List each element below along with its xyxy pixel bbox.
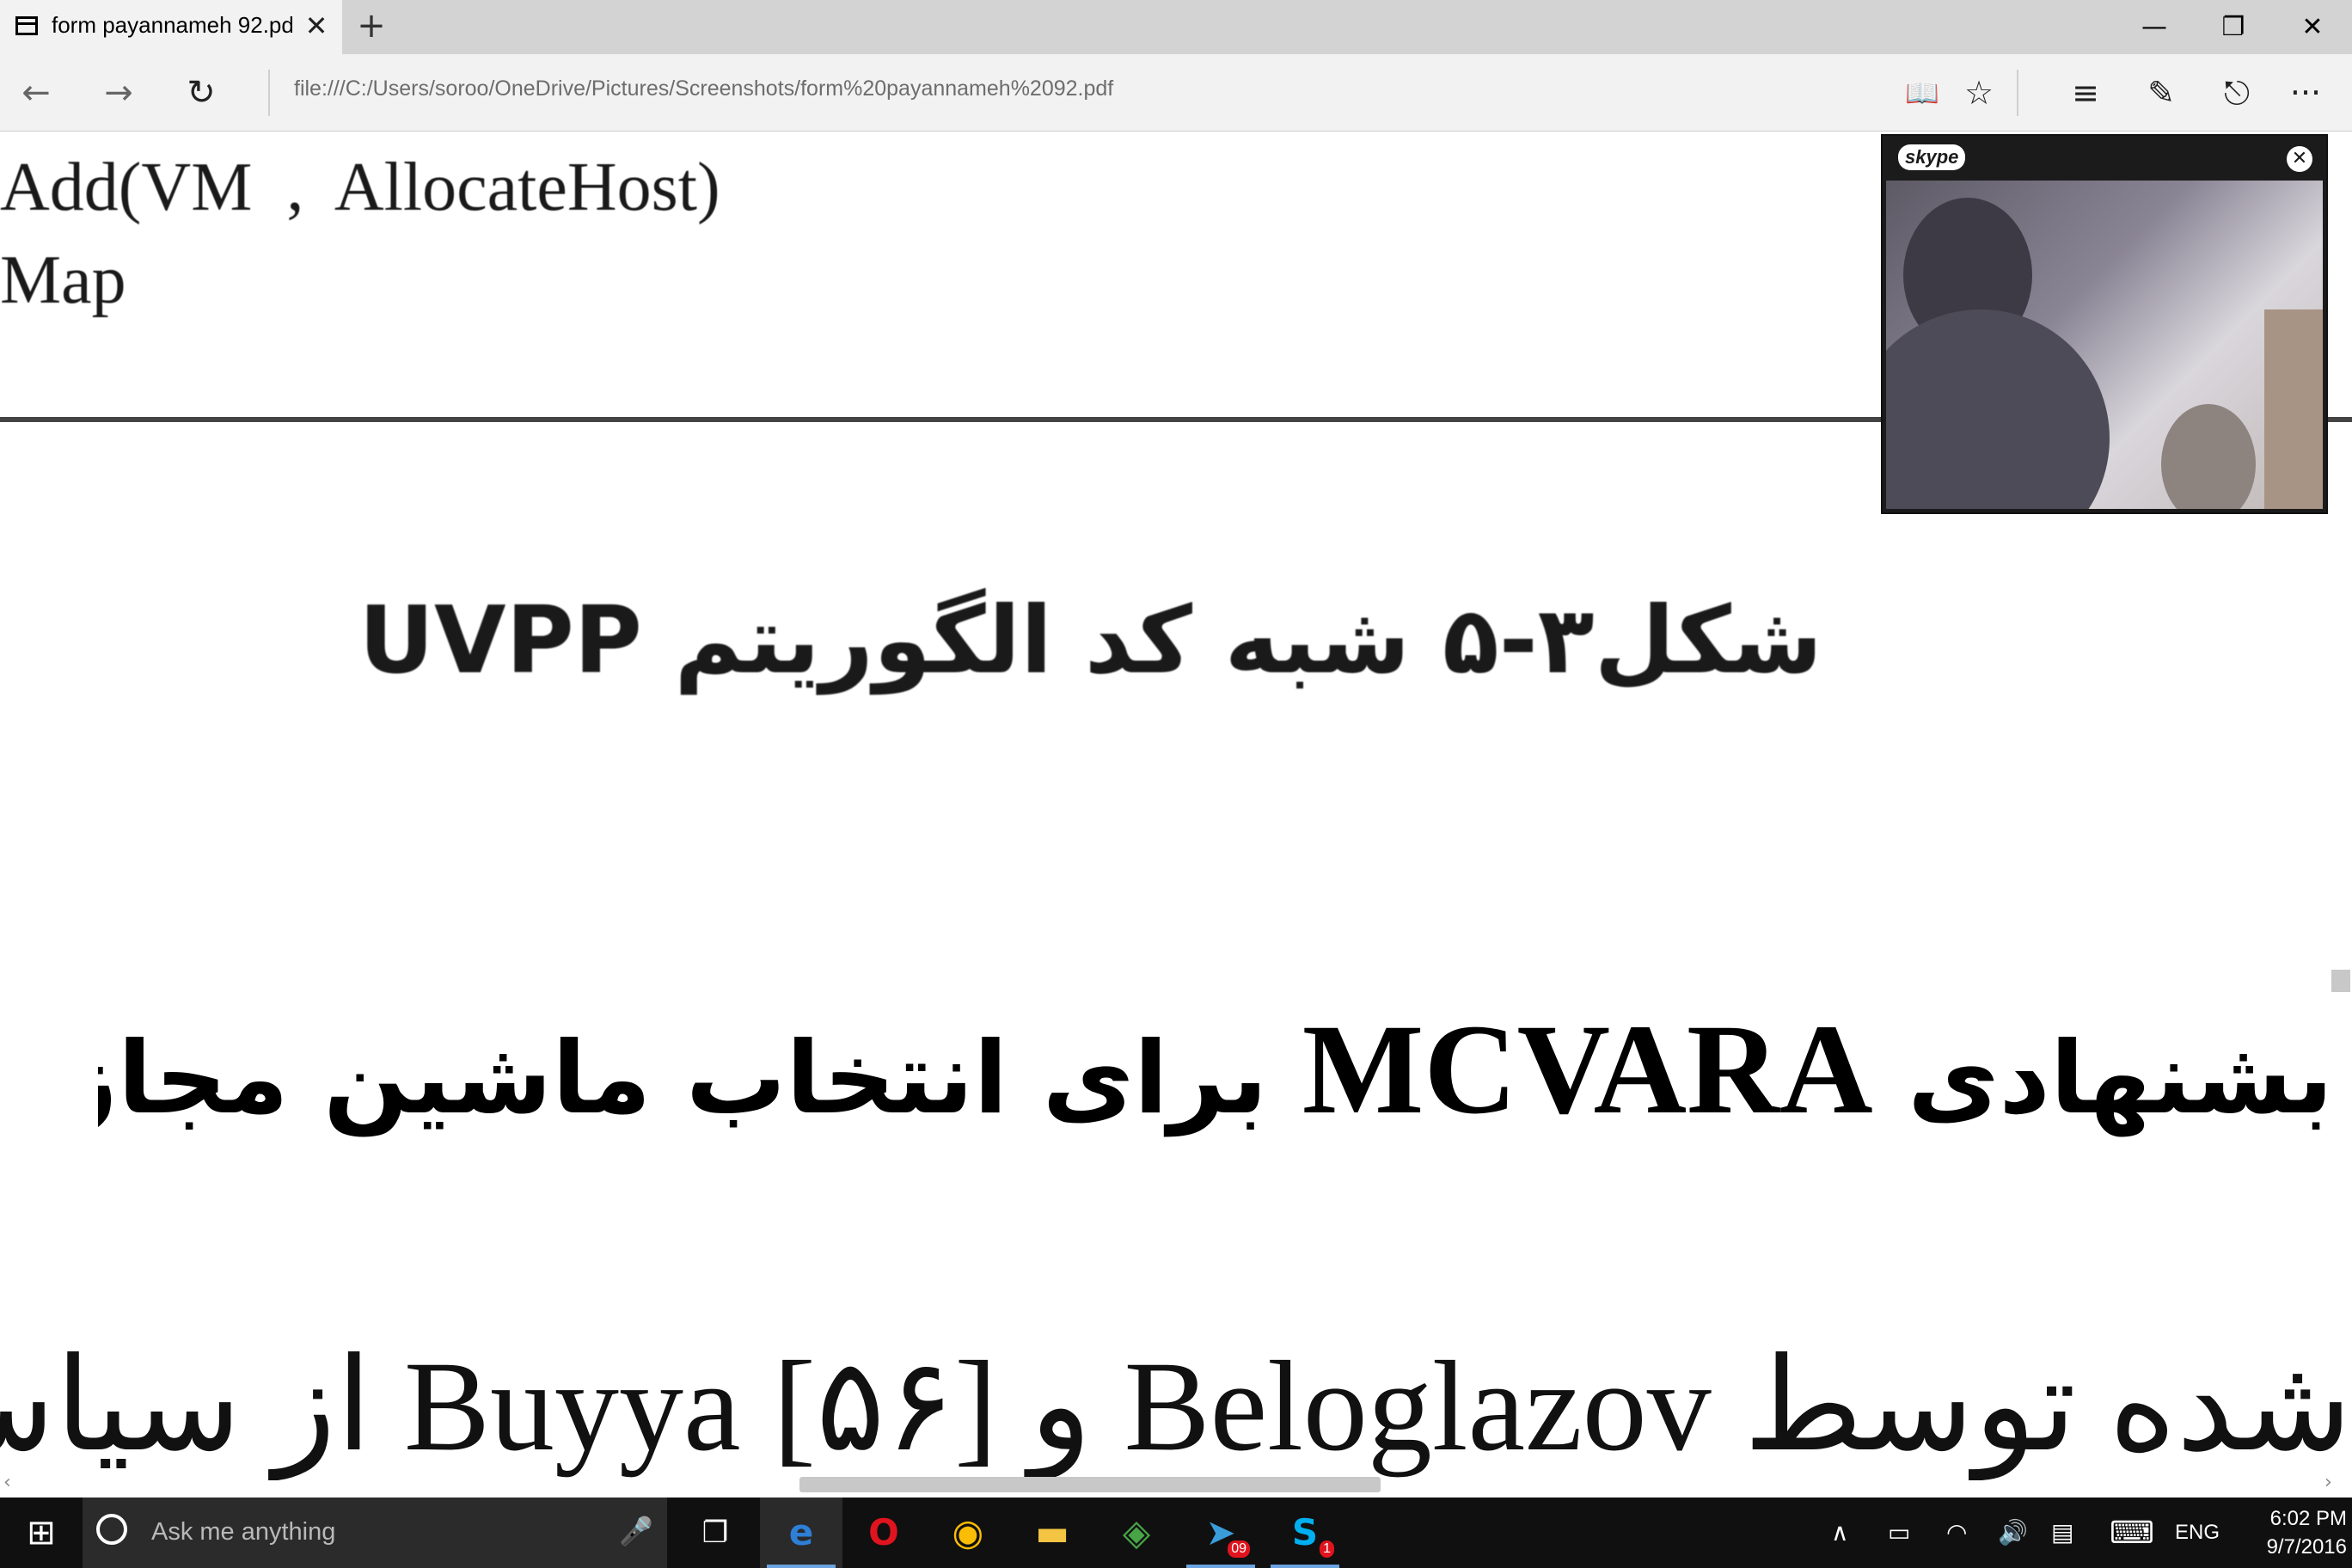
start-button[interactable]: ⊞ (0, 1498, 83, 1568)
tab-close-icon[interactable]: ✕ (301, 9, 332, 43)
file-explorer-icon-glyph: ▬ (1035, 1511, 1069, 1553)
telegram-app-icon[interactable]: ➤ 09 (1179, 1498, 1262, 1568)
scroll-left-arrow[interactable]: ‹ (3, 1472, 11, 1493)
new-tab-button[interactable]: + (352, 7, 390, 45)
file-explorer-app-icon[interactable]: ▬ (1011, 1498, 1093, 1568)
keyboard-icon[interactable]: ⌨ (2110, 1517, 2154, 1548)
cortana-search-box[interactable]: Ask me anything 🎤 (83, 1498, 667, 1568)
download-manager-app-icon[interactable]: ◈ (1095, 1498, 1178, 1568)
edge-icon-glyph: e (788, 1511, 814, 1553)
opera-icon-glyph: O (868, 1511, 899, 1553)
show-hidden-icons-chevron[interactable]: ∧ (1831, 1518, 1849, 1547)
wifi-icon[interactable]: ◠ (1946, 1518, 1967, 1547)
task-view-icon[interactable]: ❐ (674, 1498, 756, 1568)
skype-app-icon[interactable]: S1 (1264, 1498, 1346, 1568)
skype-close-icon[interactable]: ✕ (2287, 146, 2312, 172)
notification-badge: 09 (1228, 1540, 1250, 1558)
person-body (1886, 309, 2110, 509)
microphone-icon[interactable]: 🎤 (619, 1515, 653, 1547)
internet-download-manager-icon-glyph: ◈ (1122, 1511, 1151, 1553)
forward-button[interactable]: → (95, 69, 143, 117)
share-icon[interactable]: ⎋ (2211, 69, 2263, 117)
chrome-icon-glyph: ◉ (952, 1511, 984, 1553)
more-icon[interactable]: ··· (2280, 69, 2331, 117)
navigation-bar: ← → ↻ file:///C:/Users/soroo/OneDrive/Pi… (0, 54, 2352, 132)
skype-video-window[interactable]: skype ✕ (1881, 134, 2328, 514)
action-center-icon[interactable]: ▤ (2051, 1518, 2073, 1547)
skype-logo: skype (1898, 144, 1966, 170)
tab-pdf[interactable]: form payannameh 92.pdf ✕ (0, 0, 342, 54)
door-frame (2264, 309, 2323, 509)
horizontal-scrollbar-thumb[interactable] (799, 1477, 1381, 1492)
battery-icon[interactable]: ▭ (1888, 1518, 1910, 1547)
minimize-button[interactable]: — (2115, 0, 2194, 54)
back-button[interactable]: ← (12, 69, 60, 117)
web-note-icon[interactable]: ✎ (2135, 69, 2187, 117)
vertical-scrollbar-thumb[interactable] (2331, 970, 2350, 992)
heading-text: بشنهادی (1908, 1020, 2333, 1136)
favorite-star-icon[interactable]: ☆ (1953, 69, 2005, 117)
close-button[interactable]: ✕ (2273, 0, 2352, 54)
chrome-app-icon[interactable]: ◉ (927, 1498, 1009, 1568)
heading-text: برای انتخاب ماشین مجازی (98, 1020, 1268, 1136)
language-indicator[interactable]: ENG (2175, 1518, 2220, 1547)
scroll-right-arrow[interactable]: › (2324, 1472, 2332, 1493)
figure-caption: شکل۳-۵ شبه کد الگوریتم UVPP (358, 587, 1822, 695)
cortana-icon (96, 1514, 127, 1545)
address-bar[interactable]: file:///C:/Users/soroo/OneDrive/Pictures… (294, 77, 1841, 101)
section-heading: بشنهادی MCVARA برای انتخاب ماشین مجازی (98, 995, 2333, 1143)
clock-time: 6:02 PM (2269, 1507, 2347, 1530)
heading-acronym: MCVARA (1302, 998, 1873, 1141)
skype-icon-glyph: S (1291, 1511, 1319, 1553)
taskbar: ⊞ Ask me anything 🎤 ❐ e O ◉ ▬ ◈ ➤ 09 S1 ∧… (0, 1498, 2352, 1568)
reading-view-icon[interactable]: 📖 (1896, 69, 1948, 117)
volume-icon[interactable]: 🔊 (1998, 1518, 2028, 1547)
title-bar: form payannameh 92.pdf ✕ + — ❐ ✕ (0, 0, 2352, 54)
hub-icon[interactable]: ≡ (2060, 69, 2111, 117)
opera-app-icon[interactable]: O (842, 1498, 925, 1568)
code-line: Map (0, 242, 126, 318)
refresh-button[interactable]: ↻ (177, 69, 225, 117)
video-feed (1886, 181, 2323, 509)
code-line: Add(VM , AllocateHost) (0, 150, 720, 225)
body-paragraph: شده توسط Beloglazov و Buyya [۵۶] از سیاس… (0, 1335, 2352, 1478)
search-placeholder: Ask me anything (151, 1518, 336, 1546)
notification-badge: 1 (1320, 1540, 1334, 1558)
divider (268, 70, 270, 116)
second-person (2161, 404, 2256, 509)
edge-app-icon[interactable]: e (760, 1498, 842, 1568)
clock-date: 9/7/2016 (2266, 1535, 2347, 1559)
tab-title: form payannameh 92.pdf (52, 12, 292, 38)
restore-button[interactable]: ❐ (2194, 0, 2273, 54)
clock[interactable]: 6:02 PM 9/7/2016 (2218, 1504, 2347, 1561)
page-icon (15, 16, 38, 35)
divider (2017, 70, 2018, 116)
